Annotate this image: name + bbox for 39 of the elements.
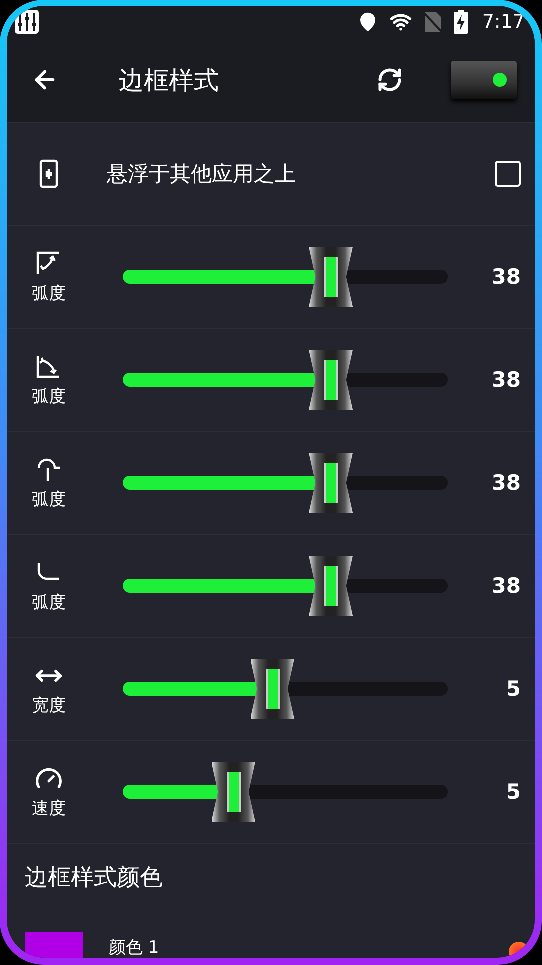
slider[interactable]: [123, 453, 448, 513]
slider-value: 5: [506, 780, 521, 804]
phone-icon: [39, 159, 59, 189]
location-icon: [358, 12, 378, 32]
slider-value: 38: [492, 368, 521, 392]
overlay-option-label: 悬浮于其他应用之上: [107, 161, 297, 188]
slider-thumb[interactable]: [309, 350, 353, 410]
slider-value: 38: [492, 574, 521, 598]
slider-label: 宽度: [32, 694, 66, 716]
slider-thumb[interactable]: [309, 247, 353, 307]
slider-thumb[interactable]: [309, 453, 353, 513]
page-title: 边框样式: [119, 64, 220, 96]
slider-value: 38: [492, 471, 521, 495]
slider-thumb[interactable]: [212, 762, 256, 822]
slider-label: 弧度: [32, 282, 66, 304]
battery-charging-icon: [454, 10, 468, 34]
slider[interactable]: [123, 659, 448, 719]
slider-value: 38: [492, 265, 521, 289]
slider[interactable]: [123, 350, 448, 410]
overlay-checkbox[interactable]: [495, 161, 521, 187]
wifi-icon: [390, 11, 412, 33]
slider-label: 弧度: [32, 488, 66, 510]
refresh-icon: [377, 67, 403, 93]
slider-value: 5: [506, 677, 521, 701]
no-sim-icon: [424, 11, 442, 33]
led-toggle-switch[interactable]: [451, 61, 517, 99]
slider-label: 速度: [32, 798, 66, 820]
slider-thumb[interactable]: [250, 659, 294, 719]
slider-thumb[interactable]: [309, 556, 353, 616]
slider[interactable]: [123, 762, 448, 822]
sliders-icon: [15, 10, 39, 34]
slider[interactable]: [123, 247, 448, 307]
slider-label: 弧度: [32, 386, 66, 408]
slider-label: 弧度: [32, 592, 66, 614]
color-swatch[interactable]: [25, 932, 83, 958]
clock-time: 7:17: [482, 11, 525, 33]
slider[interactable]: [123, 556, 448, 616]
section-title: 边框样式颜色: [24, 864, 164, 893]
color-label: 颜色 1: [109, 938, 160, 958]
